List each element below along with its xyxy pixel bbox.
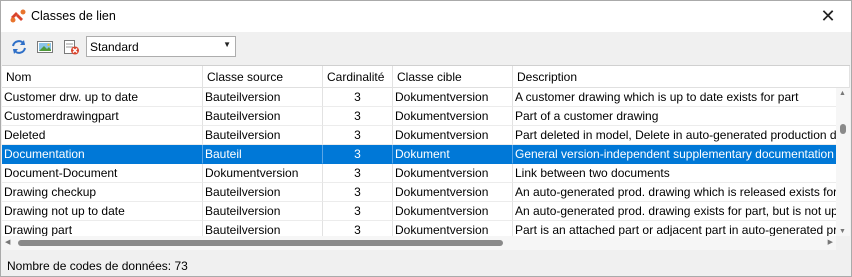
table-row[interactable]: Documentation Bauteil 3 Dokument General ver… — [2, 145, 850, 164]
link-classes-app-icon — [9, 8, 27, 24]
scroll-down-icon[interactable]: ▼ — [839, 228, 846, 235]
table-row[interactable]: Deleted Bauteilversion 3 Dokumentversion Par… — [2, 126, 850, 145]
horizontal-scrollbar[interactable]: ◀ ▶ — [2, 236, 836, 250]
vertical-scrollbar[interactable]: ▲ ▼ — [836, 88, 850, 237]
cell-classe-cible: Dokumentversion — [393, 126, 513, 145]
delete-icon[interactable] — [62, 38, 80, 56]
column-header-nom[interactable]: Nom — [2, 66, 203, 88]
cell-description: Part of a customer drawing — [513, 107, 850, 126]
refresh-icon[interactable] — [10, 38, 28, 56]
cell-classe-source: Bauteilversion — [203, 88, 323, 107]
cell-nom: Deleted — [2, 126, 203, 145]
cell-nom: Documentation — [2, 145, 203, 164]
cell-classe-cible: Dokument — [393, 145, 513, 164]
cell-cardinalite: 3 — [323, 145, 393, 164]
toolbar: Standard ▼ — [1, 32, 851, 62]
cell-nom: Customerdrawingpart — [2, 107, 203, 126]
cell-classe-cible: Dokumentversion — [393, 107, 513, 126]
cell-cardinalite: 3 — [323, 107, 393, 126]
cell-classe-source: Bauteilversion — [203, 107, 323, 126]
cell-classe-source: Bauteilversion — [203, 126, 323, 145]
cell-description: General version-independent supplementar… — [513, 145, 850, 164]
cell-description: Part deleted in model, Delete in auto-ge… — [513, 126, 850, 145]
cell-nom: Drawing not up to date — [2, 202, 203, 221]
scrollbar-corner — [836, 236, 850, 250]
record-count-text: Nombre de codes de données: 73 — [7, 259, 188, 273]
chevron-down-icon[interactable]: ▼ — [223, 40, 231, 49]
title-bar: Classes de lien ✕ — [1, 1, 851, 32]
cell-nom: Document-Document — [2, 164, 203, 183]
scroll-right-icon[interactable]: ▶ — [828, 238, 833, 246]
cell-description: A customer drawing which is up to date e… — [513, 88, 850, 107]
window-title: Classes de lien — [31, 9, 116, 23]
table-row[interactable]: Drawing not up to date Bauteilversion 3 Dok… — [2, 202, 850, 221]
table-row[interactable]: Drawing checkup Bauteilversion 3 Dokumentve… — [2, 183, 850, 202]
cell-classe-source: Dokumentversion — [203, 164, 323, 183]
table-row[interactable]: Customerdrawingpart Bauteilversion 3 Dokume… — [2, 107, 850, 126]
scroll-left-icon[interactable]: ◀ — [5, 238, 10, 246]
view-select-value: Standard — [90, 40, 139, 54]
cell-description: An auto-generated prod. drawing exists f… — [513, 202, 850, 221]
table-header: Nom Classe source Cardinalité Classe cib… — [2, 66, 850, 88]
table-row[interactable]: Customer drw. up to date Bauteilversion 3 D… — [2, 88, 850, 107]
image-icon[interactable] — [36, 38, 54, 56]
status-bar: Nombre de codes de données: 73 — [1, 256, 851, 276]
scroll-up-icon[interactable]: ▲ — [839, 90, 846, 97]
cell-classe-cible: Dokumentversion — [393, 183, 513, 202]
column-header-classe-source[interactable]: Classe source — [203, 66, 323, 88]
cell-cardinalite: 3 — [323, 88, 393, 107]
cell-description: Link between two documents — [513, 164, 850, 183]
cell-cardinalite: 3 — [323, 202, 393, 221]
link-classes-table: Nom Classe source Cardinalité Classe cib… — [2, 65, 850, 250]
cell-nom: Customer drw. up to date — [2, 88, 203, 107]
column-header-description[interactable]: Description — [513, 66, 850, 88]
column-header-classe-cible[interactable]: Classe cible — [393, 66, 513, 88]
cell-cardinalite: 3 — [323, 183, 393, 202]
horizontal-scroll-thumb[interactable] — [18, 240, 503, 246]
table-row[interactable]: Document-Document Dokumentversion 3 Dokumen… — [2, 164, 850, 183]
dialog-window: Classes de lien ✕ Standard ▼ Nom Classe … — [0, 0, 852, 277]
cell-description: An auto-generated prod. drawing which is… — [513, 183, 850, 202]
cell-classe-source: Bauteil — [203, 145, 323, 164]
cell-classe-cible: Dokumentversion — [393, 88, 513, 107]
vertical-scroll-thumb[interactable] — [840, 124, 846, 134]
cell-cardinalite: 3 — [323, 164, 393, 183]
cell-nom: Drawing checkup — [2, 183, 203, 202]
close-button[interactable]: ✕ — [805, 1, 851, 32]
view-select[interactable]: Standard ▼ — [86, 36, 236, 57]
cell-classe-source: Bauteilversion — [203, 202, 323, 221]
cell-classe-cible: Dokumentversion — [393, 202, 513, 221]
cell-classe-source: Bauteilversion — [203, 183, 323, 202]
column-header-cardinalite[interactable]: Cardinalité — [323, 66, 393, 88]
cell-classe-cible: Dokumentversion — [393, 164, 513, 183]
cell-cardinalite: 3 — [323, 126, 393, 145]
